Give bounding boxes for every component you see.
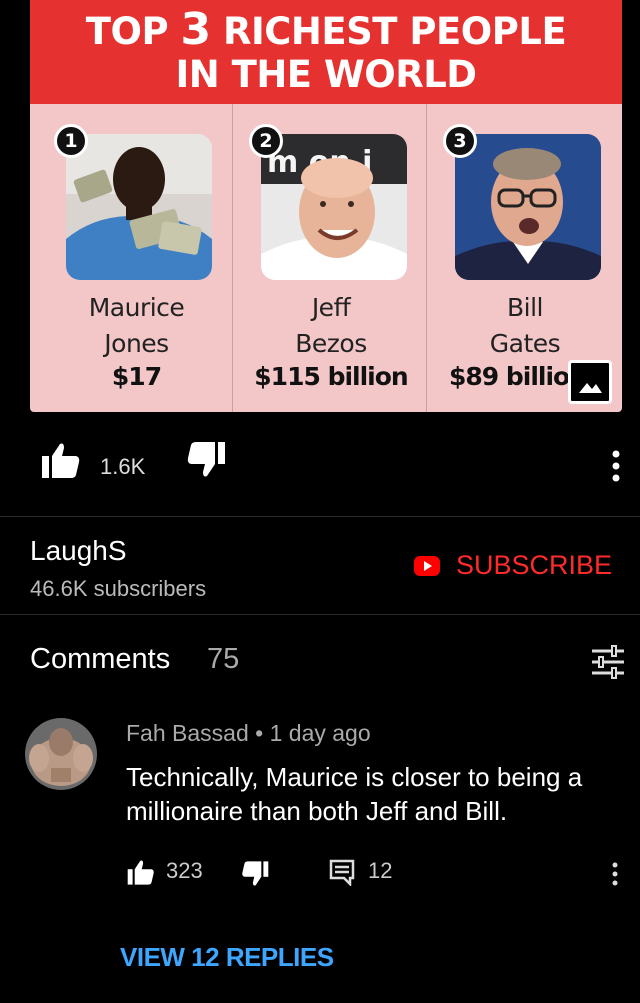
divider [0, 516, 640, 517]
person-photo: m on.i [261, 134, 407, 280]
thumb-down-icon [187, 442, 225, 477]
person-name: Jeff Bezos [233, 290, 429, 362]
net-worth: $115 billion [254, 362, 408, 391]
more-vert-icon [612, 862, 618, 886]
last-name: Bezos [295, 329, 367, 358]
rank-badge: 1 [54, 124, 88, 158]
comments-title[interactable]: Comments [30, 643, 170, 676]
person-card-1: 1 Maurice Jones $17 [38, 104, 235, 412]
youtube-logo-icon [414, 555, 440, 576]
subscriber-count: 46.6K subscribers [30, 576, 207, 601]
like-count: 1.6K [100, 454, 146, 479]
sort-icon [592, 645, 624, 679]
comment-dislike-button[interactable] [240, 860, 270, 893]
first-name: Bill [507, 293, 544, 322]
first-name: Jeff [311, 293, 351, 322]
comment-reply-button[interactable] [328, 858, 356, 891]
person-photo [455, 134, 601, 280]
banner-number: 3 [180, 4, 211, 55]
comment-like-count: 323 [166, 858, 203, 883]
person-name: Bill Gates [427, 290, 622, 362]
comment-text: Technically, Maurice is closer to being … [126, 762, 583, 826]
banner: TOP 3 RICHEST PEOPLE IN THE WORLD [30, 0, 622, 104]
comments-count: 75 [207, 643, 240, 675]
banner-title: TOP 3 RICHEST PEOPLE [30, 8, 622, 52]
net-worth: $17 [111, 362, 162, 391]
rank-badge: 3 [443, 124, 477, 158]
comment-like-button[interactable] [126, 858, 156, 891]
comment-header: Fah Bassad • 1 day ago [126, 720, 371, 747]
post-more-button[interactable] [606, 446, 626, 486]
sort-comments-button[interactable] [590, 645, 626, 684]
comment-time: 1 day ago [269, 720, 371, 746]
person-photo [66, 134, 212, 280]
comment-reply-count: 12 [368, 858, 393, 883]
comment-more-button[interactable] [608, 860, 622, 893]
thumb-down-icon [242, 861, 269, 886]
banner-top-word: TOP [85, 10, 169, 53]
post-image[interactable]: TOP 3 RICHEST PEOPLE IN THE WORLD 1 Maur… [30, 0, 622, 412]
subscribe-label: SUBSCRIBE [456, 550, 613, 580]
banner-rest: RICHEST PEOPLE [222, 10, 567, 53]
person-name: Maurice Jones [38, 290, 235, 362]
divider [0, 614, 640, 615]
thumb-up-icon [42, 443, 80, 478]
separator: • [255, 720, 264, 746]
comment-author[interactable]: Fah Bassad [126, 720, 249, 746]
subscribe-button[interactable]: SUBSCRIBE [414, 550, 612, 581]
thumb-up-icon [127, 860, 154, 885]
view-replies-button[interactable]: VIEW 12 REPLIES [120, 942, 334, 973]
rank-badge: 2 [249, 124, 283, 158]
person-card-2: 2 m on.i Jeff Bezos $115 billion [232, 104, 429, 412]
dislike-button[interactable] [185, 440, 227, 480]
channel-name[interactable]: LaughS [30, 535, 127, 567]
post-actions: 1.6K [0, 440, 640, 494]
image-expand-icon[interactable] [568, 360, 612, 404]
avatar[interactable] [25, 718, 97, 790]
first-name: Maurice [88, 293, 185, 322]
last-name: Jones [104, 329, 169, 358]
banner-subtitle: IN THE WORLD [175, 53, 477, 96]
like-button[interactable] [40, 440, 82, 480]
reply-comment-icon [329, 859, 355, 888]
more-vert-icon [612, 450, 620, 482]
last-name: Gates [489, 329, 561, 358]
